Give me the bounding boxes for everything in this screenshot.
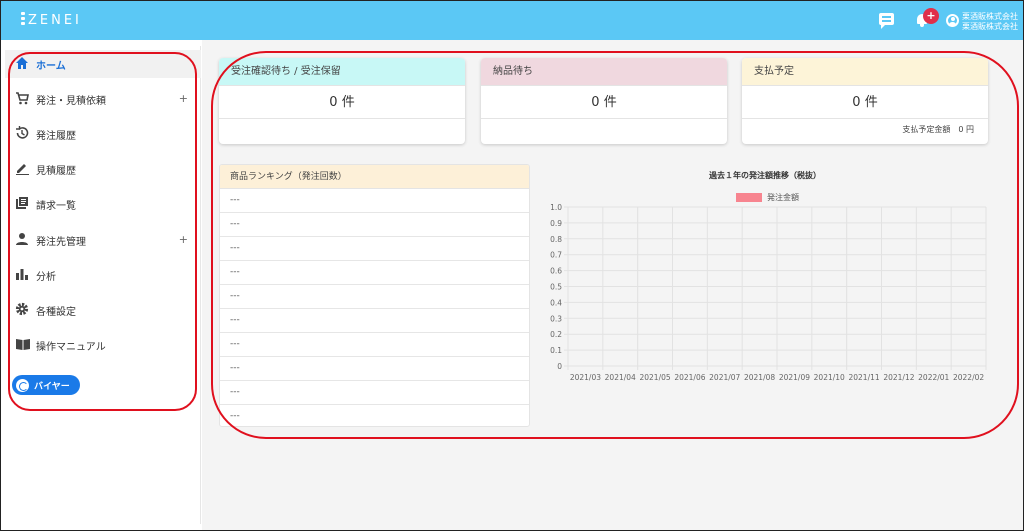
y-tick-label: 0.4 [550,298,562,307]
y-tick-label: 0 [557,362,562,371]
ranking-row: --- [220,237,529,261]
x-tick-label: 2022/02 [953,373,984,382]
pencil-icon [15,161,31,177]
ranking-row: --- [220,381,529,405]
ranking-row: --- [220,189,529,213]
list-icon [15,196,31,212]
role-button-label: バイヤー [34,381,70,392]
logo[interactable]: ZENEI [20,12,82,28]
sidebar-item-label: 分析 [36,271,56,283]
x-tick-label: 2021/07 [709,373,740,382]
notification-badge[interactable]: + [923,8,939,24]
user-company-line2: 栗酒販株式会社 [962,22,1018,31]
y-tick-label: 0.1 [550,346,562,355]
chart-title: 過去１年の発注額推移（税抜） [709,171,821,180]
top-header: ZENEI + 栗酒販株式会社 栗酒販株式会社 [0,0,1024,40]
history-icon [15,126,31,142]
card-title: 受注確認待ち / 受注保留 [219,58,465,86]
card-title: 支払予定 [742,58,988,86]
x-tick-label: 2021/06 [674,373,705,382]
product-ranking-panel: 商品ランキング（発注回数） --- --- --- --- --- --- --… [219,164,530,427]
gear-icon [15,302,31,318]
card-title: 納品待ち [481,58,727,86]
bar-chart-icon [15,267,31,283]
logo-text: ZENEI [28,13,82,28]
ranking-row: --- [220,261,529,285]
sidebar-item-label: 発注履歴 [36,130,76,142]
x-tick-label: 2021/03 [570,373,601,382]
sidebar-item-label: ホーム [36,60,66,72]
card-payment-schedule[interactable]: 支払予定 0 件 支払予定金額 0 円 [742,58,988,144]
ranking-row: --- [220,213,529,237]
logo-mark-icon [20,12,26,26]
y-tick-label: 0.5 [550,283,562,292]
card-footer: 支払予定金額 0 円 [902,125,974,134]
account-icon[interactable] [946,14,959,27]
card-delivery-pending[interactable]: 納品待ち 0 件 [481,58,727,144]
sidebar-item-label: 各種設定 [36,306,76,318]
card-footer [481,119,727,143]
ranking-row: --- [220,333,529,357]
user-company-line1: 栗酒販株式会社 [962,12,1018,21]
x-tick-label: 2021/12 [883,373,914,382]
card-count: 0 件 [742,86,988,119]
sidebar-item-manual[interactable]: 操作マニュアル [5,331,201,359]
x-tick-label: 2021/08 [744,373,775,382]
sidebar-item-label: 請求一覧 [36,200,76,212]
home-icon [15,56,31,72]
x-tick-label: 2021/11 [848,373,879,382]
person-icon [15,232,31,248]
sidebar-item-label: 発注・見積依頼 [36,95,106,107]
y-tick-label: 0.6 [550,267,562,276]
sidebar-item-estimate-history[interactable]: 見積履歴 [5,155,201,183]
y-tick-label: 0.9 [550,219,562,228]
sidebar-item-label: 見積履歴 [36,165,76,177]
y-tick-label: 0.7 [550,251,562,260]
x-tick-label: 2021/04 [605,373,636,382]
sidebar-item-supplier-management[interactable]: 発注先管理 + [5,226,201,254]
y-tick-label: 0.3 [550,314,562,323]
x-tick-label: 2022/01 [918,373,949,382]
chat-icon[interactable] [879,13,894,29]
expand-plus-icon[interactable]: + [179,233,188,246]
user-company-names[interactable]: 栗酒販株式会社 栗酒販株式会社 [962,12,1018,32]
ranking-title: 商品ランキング（発注回数） [220,165,529,189]
ranking-row: --- [220,285,529,309]
card-order-confirm-pending[interactable]: 受注確認待ち / 受注保留 0 件 [219,58,465,144]
role-switch-button[interactable]: バイヤー [12,375,80,395]
x-tick-label: 2021/09 [779,373,810,382]
sidebar-item-order-history[interactable]: 発注履歴 [5,120,201,148]
sidebar: ホーム 発注・見積依頼 + 発注履歴 見積履歴 請求一覧 発注先管理 + 分析 … [5,46,201,524]
card-count: 0 件 [219,86,465,119]
order-amount-chart: 0 0.1 0.2 0.3 0.4 0.5 0.6 0.7 0.8 0.9 1.0 2021/03 20… [550,203,987,382]
card-footer [219,119,465,143]
cart-icon [15,91,31,107]
sidebar-item-order-estimate[interactable]: 発注・見積依頼 + [5,85,201,113]
sidebar-item-settings[interactable]: 各種設定 [5,296,201,324]
sidebar-item-invoices[interactable]: 請求一覧 [5,190,201,218]
card-count: 0 件 [481,86,727,119]
sidebar-item-home[interactable]: ホーム [5,50,201,78]
switch-role-icon [16,378,29,392]
sidebar-item-label: 発注先管理 [36,236,86,248]
ranking-row: --- [220,405,529,426]
sidebar-item-analysis[interactable]: 分析 [5,261,201,289]
ranking-row: --- [220,357,529,381]
x-tick-label: 2021/05 [639,373,670,382]
book-icon [15,337,31,353]
y-tick-label: 0.8 [550,235,562,244]
y-tick-label: 1.0 [550,203,562,212]
y-tick-label: 0.2 [550,330,562,339]
ranking-row: --- [220,309,529,333]
x-tick-label: 2021/10 [814,373,845,382]
expand-plus-icon[interactable]: + [179,92,188,105]
sidebar-item-label: 操作マニュアル [36,341,106,353]
